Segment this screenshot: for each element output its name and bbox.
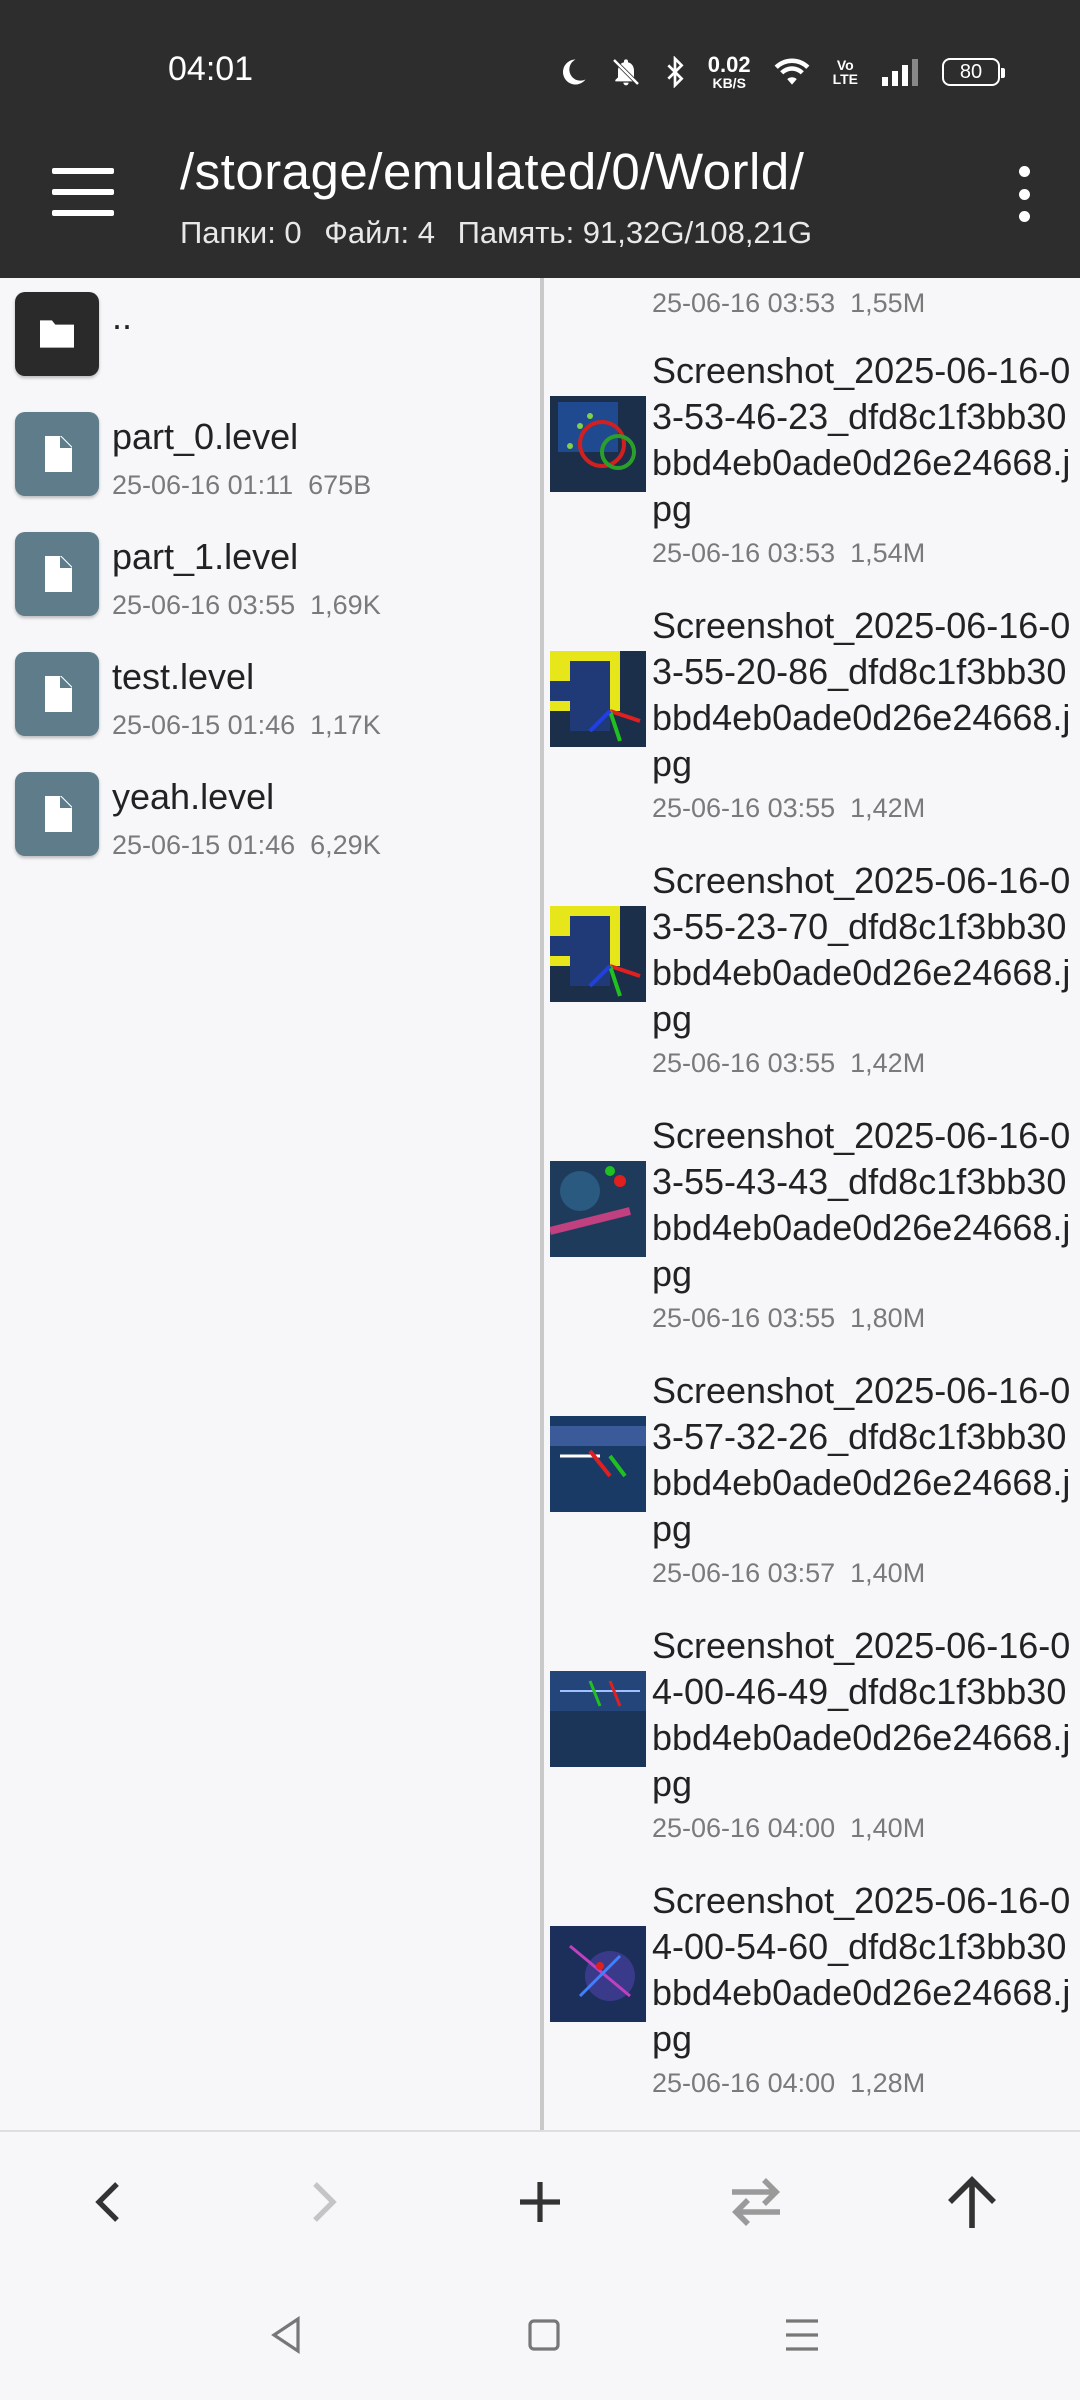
item-meta: 25-06-16 03:55 1,42M	[652, 1048, 926, 1078]
file-icon	[15, 772, 99, 856]
item-name: part_0.level	[112, 416, 299, 457]
file-icon	[15, 652, 99, 736]
image-thumbnail	[550, 1671, 646, 1767]
folders-count: Папки: 0	[180, 215, 302, 250]
item-name: Screenshot_2025-06-16-03-55-43-43_dfd8c1…	[652, 1115, 1071, 1294]
image-thumbnail	[550, 1416, 646, 1512]
image-thumbnail	[550, 1926, 646, 2022]
top-app-bar: 04:01 0.02 KB/S Vo LTE 80 /storage/emula…	[0, 0, 1080, 278]
file-icon	[15, 412, 99, 496]
list-item[interactable]: Screenshot_2025-06-16-04-00-46-49_dfd8c1…	[544, 1623, 1080, 1853]
bell-off-icon	[612, 58, 640, 86]
list-item[interactable]: Screenshot_2025-06-16-03-55-43-43_dfd8c1…	[544, 1113, 1080, 1343]
more-options-button[interactable]	[1012, 166, 1036, 222]
wifi-icon	[774, 58, 810, 85]
battery-icon: 80	[942, 58, 1005, 86]
nav-home-icon[interactable]	[504, 2300, 584, 2370]
bottom-action-bar	[0, 2130, 1080, 2272]
item-meta: 25-06-16 03:55 1,80M	[652, 1303, 926, 1333]
item-meta: 25-06-16 01:11 675B	[112, 470, 372, 500]
list-item[interactable]: Screenshot_2025-06-16-03-53-46-23_dfd8c1…	[544, 348, 1080, 578]
item-name: yeah.level	[112, 776, 275, 817]
item-meta: 25-06-16 04:00 1,40M	[652, 1813, 926, 1843]
moon-icon	[562, 59, 586, 85]
volte-indicator: Vo LTE	[832, 57, 858, 87]
file-icon	[15, 532, 99, 616]
system-nav-bar	[0, 2270, 1080, 2400]
item-meta: 25-06-16 03:53 1,55M	[652, 288, 926, 318]
item-meta: 25-06-16 03:53 1,54M	[652, 538, 926, 568]
list-item[interactable]: Screenshot_2025-06-16-04-00-54-60_dfd8c1…	[544, 1878, 1080, 2108]
item-name: test.level	[112, 656, 255, 697]
image-thumbnail	[550, 651, 646, 747]
image-thumbnail	[550, 906, 646, 1002]
nav-back-icon[interactable]	[246, 2300, 326, 2370]
item-name: Screenshot_2025-06-16-03-55-23-70_dfd8c1…	[652, 860, 1071, 1039]
bluetooth-icon	[667, 56, 684, 88]
list-item-parent-folder[interactable]: ..	[0, 278, 540, 398]
right-file-panel[interactable]: 25-06-16 03:53 1,55M Screenshot_2025-06-…	[544, 278, 1080, 2130]
list-item[interactable]: test.level 25-06-15 01:46 1,17K	[0, 638, 540, 758]
item-meta: 25-06-16 04:00 1,28M	[652, 2068, 926, 2098]
list-item[interactable]: Screenshot_2025-06-16-03-55-20-86_dfd8c1…	[544, 603, 1080, 833]
image-thumbnail	[550, 1161, 646, 1257]
item-meta: 25-06-16 03:57 1,40M	[652, 1558, 926, 1588]
add-icon[interactable]	[480, 2132, 600, 2272]
item-meta: 25-06-16 03:55 1,42M	[652, 793, 926, 823]
memory-usage: Память: 91,32G/108,21G	[457, 215, 813, 250]
item-name: part_1.level	[112, 536, 299, 577]
left-file-panel: .. part_0.level 25-06-16 01:11 675B part…	[0, 278, 540, 2130]
list-item[interactable]: Screenshot_2025-06-16-03-55-23-70_dfd8c1…	[544, 858, 1080, 1088]
list-item[interactable]: yeah.level 25-06-15 01:46 6,29K	[0, 758, 540, 878]
up-arrow-icon[interactable]	[912, 2132, 1032, 2272]
item-name: ..	[112, 296, 133, 337]
hamburger-menu-button[interactable]	[52, 168, 114, 216]
item-meta: 25-06-15 01:46 6,29K	[112, 830, 381, 860]
status-icons: 0.02 KB/S Vo LTE 80	[558, 50, 1005, 94]
swap-icon[interactable]	[696, 2132, 816, 2272]
network-speed: 0.02 KB/S	[707, 52, 751, 91]
back-arrow-icon[interactable]	[48, 2132, 168, 2272]
item-name: Screenshot_2025-06-16-03-57-32-26_dfd8c1…	[652, 1370, 1071, 1549]
status-time: 04:01	[168, 50, 254, 88]
directory-info: Папки: 0 Файл: 4 Память: 91,32G/108,21G	[180, 215, 826, 251]
list-item[interactable]: Screenshot_2025-06-16-03-57-32-26_dfd8c1…	[544, 1368, 1080, 1598]
item-name: Screenshot_2025-06-16-04-00-54-60_dfd8c1…	[652, 1880, 1071, 2059]
nav-recents-icon[interactable]	[762, 2300, 842, 2370]
current-path: /storage/emulated/0/World/	[180, 143, 805, 200]
item-name: Screenshot_2025-06-16-03-53-46-23_dfd8c1…	[652, 350, 1071, 529]
folder-icon	[15, 292, 99, 376]
item-meta: 25-06-16 03:55 1,69K	[112, 590, 381, 620]
item-name: Screenshot_2025-06-16-04-00-46-49_dfd8c1…	[652, 1625, 1071, 1804]
signal-icon	[882, 59, 918, 86]
list-item[interactable]: part_0.level 25-06-16 01:11 675B	[0, 398, 540, 518]
forward-arrow-icon[interactable]	[264, 2132, 384, 2272]
image-thumbnail	[550, 396, 646, 492]
files-count: Файл: 4	[324, 215, 435, 250]
list-item[interactable]: part_1.level 25-06-16 03:55 1,69K	[0, 518, 540, 638]
item-meta: 25-06-15 01:46 1,17K	[112, 710, 381, 740]
item-name: Screenshot_2025-06-16-03-55-20-86_dfd8c1…	[652, 605, 1071, 784]
